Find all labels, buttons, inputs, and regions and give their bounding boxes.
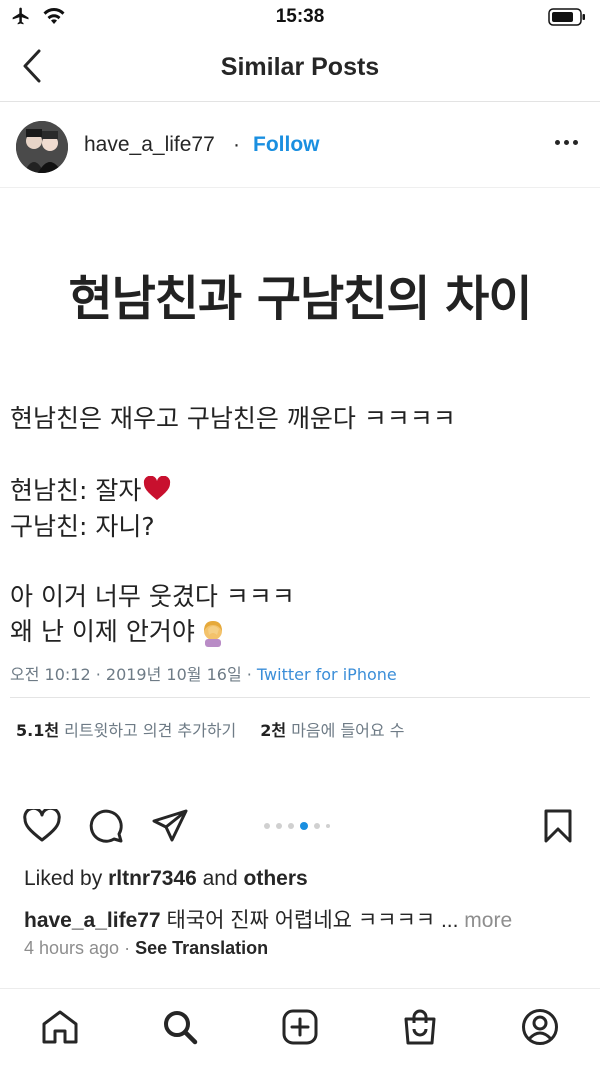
red-heart-icon — [143, 475, 171, 508]
like-button[interactable] — [22, 806, 62, 848]
tweet-divider — [10, 697, 590, 698]
tweet-line-5-text: 왜 난 이제 안거야 — [10, 617, 195, 646]
tweet-line-2: 현남친: 잘자 — [10, 471, 171, 508]
nav-header: Similar Posts — [0, 34, 600, 102]
image-headline: 현남친과 구남친의 차이 — [68, 271, 532, 327]
likes-count: 2천 — [260, 721, 287, 740]
post-username[interactable]: have_a_life77 — [84, 133, 215, 157]
new-post-icon — [282, 1009, 318, 1050]
tweet-meta-source: Twitter for iPhone — [256, 665, 397, 684]
see-translation-link[interactable]: See Translation — [135, 938, 268, 958]
caption-username[interactable]: have_a_life77 — [24, 909, 161, 932]
carousel-dot-active — [300, 822, 308, 830]
carousel-dot — [264, 823, 270, 829]
more-dot — [564, 140, 569, 145]
action-bar — [0, 800, 600, 856]
retweets-label: 리트윗하고 의견 추가하기 — [59, 721, 237, 740]
tab-search[interactable] — [158, 1007, 202, 1051]
tweet-line-4: 아 이거 너무 웃겼다 ㅋㅋㅋ — [10, 582, 295, 611]
tweet-line-5: 왜 난 이제 안거야 — [10, 612, 227, 648]
follow-button[interactable]: Follow — [253, 133, 320, 157]
separator-dot: · — [233, 133, 240, 156]
share-icon — [152, 809, 188, 848]
comment-icon — [88, 808, 124, 849]
status-time: 15:38 — [275, 6, 325, 27]
caption-more-link[interactable]: more — [464, 909, 512, 932]
likes-middle: and — [196, 867, 244, 890]
post-header: have_a_life77 · Follow — [0, 102, 600, 188]
facepalm-emoji-icon — [199, 619, 227, 647]
likes-summary: Liked by rltnr7346 and others — [24, 867, 308, 891]
more-horizontal-icon — [555, 140, 560, 145]
tweet-meta-time: 오전 10:12 · 2019년 10월 16일 · — [10, 665, 257, 684]
heart-icon — [23, 806, 61, 848]
tweet-meta: 오전 10:12 · 2019년 10월 16일 · Twitter for i… — [10, 661, 397, 685]
tab-shop[interactable] — [398, 1007, 442, 1051]
likes-prefix: Liked by — [24, 867, 109, 890]
search-icon — [162, 1009, 198, 1050]
post-time-row: 4 hours ago · See Translation — [24, 938, 268, 959]
carousel-dot — [314, 823, 320, 829]
tweet-line-3: 구남친: 자니? — [10, 512, 155, 541]
tab-profile[interactable] — [518, 1007, 562, 1051]
share-button[interactable] — [150, 808, 190, 848]
status-bar: 15:38 — [0, 0, 600, 34]
caption-text: 태국어 진짜 어렵네요 ㅋㅋㅋㅋ ... — [160, 909, 465, 932]
likes-label: 마음에 들어요 수 — [286, 721, 405, 740]
carousel-dot — [288, 823, 294, 829]
post-image[interactable]: 현남친과 구남친의 차이 현남친은 재우고 구남친은 깨운다 ㅋㅋㅋㅋ 현남친:… — [0, 189, 600, 789]
home-icon — [41, 1009, 79, 1050]
bottom-tab-bar — [0, 988, 600, 1067]
more-options-button[interactable] — [555, 140, 578, 145]
tab-home[interactable] — [38, 1007, 82, 1051]
tweet-line-2-text: 현남친: 잘자 — [10, 476, 142, 505]
carousel-dot — [326, 824, 330, 828]
liked-by-user[interactable]: rltnr7346 — [108, 867, 197, 890]
time-separator: · — [119, 938, 136, 958]
post-time: 4 hours ago — [24, 938, 120, 958]
retweets-count: 5.1천 — [16, 721, 60, 740]
page-title: Similar Posts — [220, 53, 380, 81]
profile-icon — [521, 1008, 559, 1051]
caption: have_a_life77 태국어 진짜 어렵네요 ㅋㅋㅋㅋ ... more — [24, 904, 512, 934]
tweet-stats: 5.1천 리트윗하고 의견 추가하기 2천 마음에 들어요 수 — [16, 717, 404, 741]
bookmark-icon — [543, 808, 573, 849]
avatar[interactable] — [16, 121, 68, 173]
tab-new-post[interactable] — [278, 1007, 322, 1051]
carousel-dots — [264, 822, 330, 830]
carousel-dot — [276, 823, 282, 829]
liked-by-others[interactable]: others — [244, 867, 308, 890]
more-dot — [573, 140, 578, 145]
shop-icon — [402, 1008, 438, 1051]
tweet-line-1: 현남친은 재우고 구남친은 깨운다 ㅋㅋㅋㅋ — [10, 404, 456, 433]
battery-icon — [548, 8, 586, 31]
comment-button[interactable] — [86, 808, 126, 848]
save-button[interactable] — [538, 808, 578, 848]
